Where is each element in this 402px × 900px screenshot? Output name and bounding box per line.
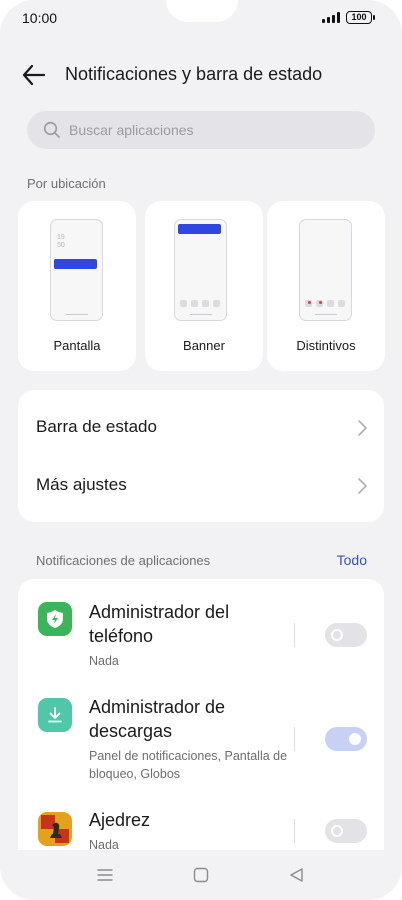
phone-screen: 10:00 100 Notificaciones y barra de esta…: [0, 0, 402, 900]
chess-icon: [38, 812, 72, 846]
settings-menu: Barra de estado Más ajustes: [18, 390, 384, 522]
menu-item-label: Más ajustes: [36, 475, 127, 494]
menu-item-mas-ajustes[interactable]: Más ajustes: [18, 457, 384, 515]
location-option-distintivos[interactable]: Distintivos: [267, 201, 385, 371]
app-subtitle: Nada: [89, 654, 119, 668]
distintivos-preview: [299, 219, 352, 321]
app-row-phone-manager[interactable]: Administrador del teléfono Nada: [18, 579, 384, 684]
app-name: Administrador del teléfono: [89, 602, 230, 646]
search-input[interactable]: [69, 122, 349, 138]
row-divider: [294, 727, 295, 751]
battery-level: 100: [351, 12, 367, 22]
preview-notification: [54, 259, 97, 269]
banner-preview: [174, 219, 227, 321]
camera-notch: [166, 0, 238, 22]
search-bar[interactable]: [27, 111, 375, 149]
location-option-label: Banner: [183, 338, 225, 353]
location-option-label: Distintivos: [296, 338, 356, 353]
back-triangle-icon[interactable]: [287, 866, 307, 884]
location-section-label: Por ubicación: [27, 176, 106, 191]
all-apps-link[interactable]: Todo: [337, 552, 367, 568]
app-header: Notificaciones y barra de estado: [0, 55, 402, 95]
location-option-banner[interactable]: Banner: [145, 201, 263, 371]
menu-item-label: Barra de estado: [36, 417, 157, 436]
preview-dock-badges: [305, 300, 345, 307]
app-name: Administrador de descargas: [89, 697, 226, 741]
app-name: Ajedrez: [89, 810, 151, 830]
location-option-pantalla[interactable]: 19 50 Pantalla: [18, 201, 136, 371]
chevron-right-icon: [358, 478, 367, 494]
back-arrow-icon: [22, 64, 46, 86]
app-row-download-manager[interactable]: Administrador de descargas Panel de noti…: [18, 684, 384, 804]
notification-toggle[interactable]: [325, 819, 367, 843]
preview-banner: [178, 224, 221, 234]
apps-list: Administrador del teléfono Nada Administ…: [18, 579, 384, 869]
row-divider: [294, 623, 295, 647]
menu-icon[interactable]: [95, 866, 115, 884]
page-title: Notificaciones y barra de estado: [65, 64, 323, 84]
search-icon: [43, 121, 60, 138]
location-option-label: Pantalla: [53, 338, 101, 353]
menu-item-barra-de-estado[interactable]: Barra de estado: [18, 399, 384, 457]
preview-lock-time: 19 50: [57, 234, 65, 249]
signal-icon: [322, 12, 340, 23]
battery-icon: 100: [346, 11, 375, 24]
app-subtitle: Panel de notificaciones, Pantalla de blo…: [89, 749, 288, 781]
chevron-right-icon: [358, 420, 367, 436]
navigation-bar: [0, 850, 402, 900]
shield-bolt-icon: [38, 602, 72, 636]
preview-dock: [180, 300, 220, 307]
row-divider: [294, 819, 295, 843]
status-bar: 10:00 100: [0, 0, 402, 36]
download-icon: [38, 698, 72, 732]
status-time: 10:00: [22, 10, 58, 26]
pantalla-preview: 19 50: [50, 219, 103, 321]
home-icon[interactable]: [191, 866, 211, 884]
status-icons: 100: [322, 11, 375, 24]
notification-toggle[interactable]: [325, 623, 367, 647]
notification-toggle[interactable]: [325, 727, 367, 751]
back-button[interactable]: [20, 61, 52, 89]
apps-section-label: Notificaciones de aplicaciones: [36, 553, 211, 568]
